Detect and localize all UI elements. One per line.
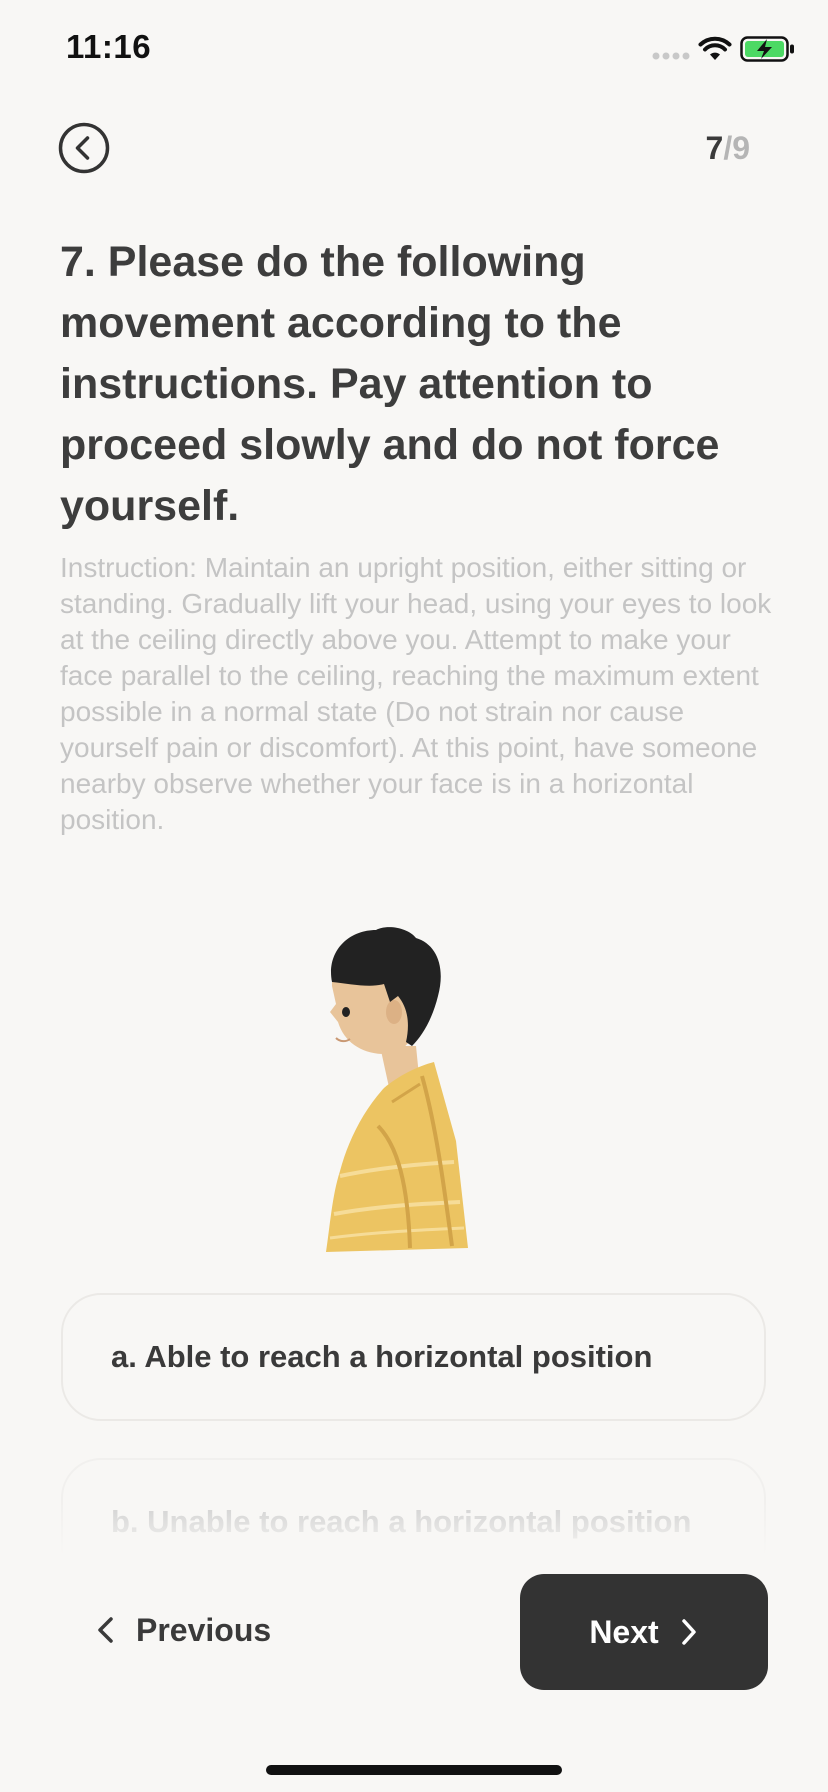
battery-charging-icon (740, 36, 794, 62)
back-button[interactable] (58, 122, 110, 174)
previous-label: Previous (136, 1611, 272, 1648)
wifi-icon (698, 36, 732, 60)
status-time: 11:16 (66, 28, 152, 65)
page-indicator: 7/9 (706, 130, 750, 167)
home-indicator (266, 1765, 562, 1775)
chevron-right-icon (681, 1619, 696, 1645)
next-button[interactable]: Next (520, 1574, 768, 1690)
next-label: Next (589, 1613, 659, 1650)
previous-button[interactable]: Previous (94, 1602, 271, 1658)
scroll-fade (0, 1500, 828, 1556)
option-a-label: a. Able to reach a horizontal position (111, 1339, 653, 1374)
question-title: 7. Please do the following movement acco… (60, 238, 720, 530)
question-instruction: Instruction: Maintain an upright positio… (60, 552, 772, 835)
cellular-signal-icon (652, 52, 690, 60)
person-looking-up-illustration (326, 927, 468, 1252)
page-total: 9 (732, 130, 750, 166)
status-bar: 11:16 (0, 0, 828, 100)
page-current: 7 (705, 130, 724, 166)
chevron-left-icon (98, 1617, 113, 1643)
page-separator: / (723, 130, 733, 166)
option-a-card[interactable]: a. Able to reach a horizontal position (61, 1293, 766, 1421)
